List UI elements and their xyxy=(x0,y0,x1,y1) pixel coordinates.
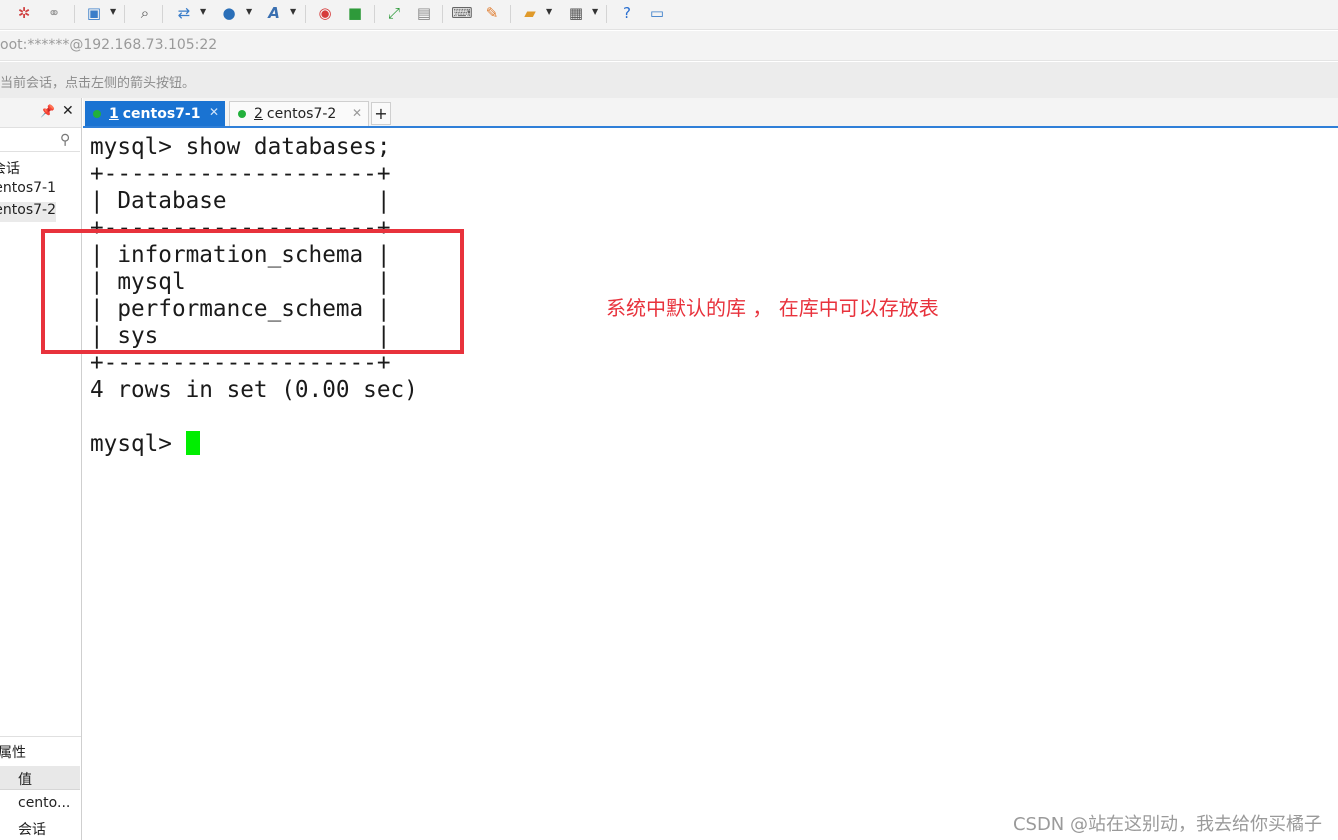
tab-centos7-2[interactable]: 2 centos7-2 ✕ xyxy=(229,101,369,126)
session-manager-pane: 📌 ✕ ⚲ 会话 entos7-1 entos7-2 属性 值 cento...… xyxy=(0,98,82,840)
chevron-down-icon[interactable]: ▼ xyxy=(200,7,206,16)
find-icon[interactable]: ⌕ xyxy=(133,2,157,24)
close-icon[interactable]: ✕ xyxy=(62,103,74,119)
disconnect-icon[interactable]: ✲ xyxy=(12,2,36,24)
pin-icon[interactable]: 📌 xyxy=(40,104,55,118)
tab-centos7-1[interactable]: 1 centos7-1 ✕ xyxy=(85,101,225,126)
connected-status-dot xyxy=(93,109,101,118)
tree-item-centos7-1[interactable]: entos7-1 xyxy=(0,180,56,200)
globe-icon[interactable]: ● xyxy=(217,2,241,24)
terminal-line: 4 rows in set (0.00 sec) xyxy=(90,377,418,403)
tab-number: 2 xyxy=(254,106,263,122)
add-script-icon[interactable]: ▰ xyxy=(518,2,542,24)
toolbar-separator xyxy=(374,5,375,23)
annotation-highlight-box xyxy=(41,229,464,354)
tab-label: centos7-1 xyxy=(122,105,201,122)
properties-header: 属性 xyxy=(0,736,81,764)
watermark: CSDN @站在这别动，我去给你买橘子 xyxy=(1012,814,1322,835)
add-tab-button[interactable]: + xyxy=(371,102,391,125)
close-icon[interactable]: ✕ xyxy=(352,106,362,120)
tree-item-sessions[interactable]: 会话 xyxy=(0,158,20,178)
toolbar-separator xyxy=(124,5,125,23)
terminal-line: | Database | xyxy=(90,188,391,214)
connected-status-dot xyxy=(238,110,246,118)
terminal-line: +--------------------+ xyxy=(90,350,391,376)
session-tab-bar: 1 centos7-1 ✕ 2 centos7-2 ✕ + xyxy=(83,98,1338,128)
tree-item-centos7-2[interactable]: entos7-2 xyxy=(0,202,56,222)
prompt-text: mysql> xyxy=(90,431,186,457)
chevron-down-icon[interactable]: ▼ xyxy=(592,7,598,16)
annotation-text: 系统中默认的库 ， 在库中可以存放表 xyxy=(606,296,939,320)
search-icon[interactable]: ⚲ xyxy=(60,132,70,148)
chevron-down-icon[interactable]: ▼ xyxy=(546,7,552,16)
hint-text: 当前会话，点击左侧的箭头按钮。 xyxy=(0,76,196,91)
xshell-icon[interactable]: ◉ xyxy=(313,2,337,24)
properties-title: 属性 xyxy=(0,745,26,761)
terminal-line: +--------------------+ xyxy=(90,161,391,187)
chevron-down-icon[interactable]: ▼ xyxy=(290,7,296,16)
terminal-prompt-line: mysql> xyxy=(90,431,200,458)
keyboard-icon[interactable]: ⌨ xyxy=(450,2,474,24)
tree-item-label: 会话 xyxy=(0,161,20,177)
tab-number: 1 xyxy=(109,105,119,122)
font-icon[interactable]: A xyxy=(262,2,286,24)
terminal-line: mysql> show databases; xyxy=(90,134,391,160)
reconnect-icon[interactable]: ⚭ xyxy=(42,2,66,24)
toolbar-separator xyxy=(305,5,306,23)
toolbar-separator xyxy=(442,5,443,23)
xftp-icon[interactable]: ■ xyxy=(343,2,367,24)
property-row: 会话 xyxy=(18,822,46,838)
fullscreen-icon[interactable]: ⤢ xyxy=(382,2,406,24)
address-text: oot:******@192.168.73.105:22 xyxy=(0,37,218,53)
toolbar: ✲ ⚭ ▣ ▼ ⌕ ⇄ ▼ ● ▼ A ▼ ◉ ■ ⤢ ▤ ⌨ ✎ ▰ ▼ ▦ … xyxy=(0,0,1338,30)
help-icon[interactable]: ? xyxy=(615,2,639,24)
tree-item-label: entos7-1 xyxy=(0,180,56,196)
layout-icon[interactable]: ▦ xyxy=(564,2,588,24)
pane-header: 📌 ✕ xyxy=(0,98,81,128)
lock-icon[interactable]: ▤ xyxy=(412,2,436,24)
highlight-icon[interactable]: ✎ xyxy=(480,2,504,24)
chevron-down-icon[interactable]: ▼ xyxy=(110,7,116,16)
address-bar[interactable]: oot:******@192.168.73.105:22 xyxy=(0,31,1338,61)
toolbar-separator xyxy=(510,5,511,23)
transfer-icon[interactable]: ⇄ xyxy=(172,2,196,24)
chat-icon[interactable]: ▭ xyxy=(645,2,669,24)
toolbar-separator xyxy=(606,5,607,23)
tree-item-label: entos7-2 xyxy=(0,202,56,218)
property-row: cento... xyxy=(18,795,71,811)
chevron-down-icon[interactable]: ▼ xyxy=(246,7,252,16)
session-hint-bar: 当前会话，点击左侧的箭头按钮。 xyxy=(0,62,1338,98)
toolbar-separator xyxy=(162,5,163,23)
properties-value-column[interactable]: 值 xyxy=(0,766,80,790)
value-column-header: 值 xyxy=(18,772,32,788)
session-search-input[interactable]: ⚲ xyxy=(0,130,80,152)
close-icon[interactable]: ✕ xyxy=(209,105,219,119)
terminal-cursor xyxy=(185,431,200,455)
plus-icon: + xyxy=(374,104,388,123)
new-session-icon[interactable]: ▣ xyxy=(82,2,106,24)
tab-label: centos7-2 xyxy=(266,106,337,122)
toolbar-separator xyxy=(74,5,75,23)
